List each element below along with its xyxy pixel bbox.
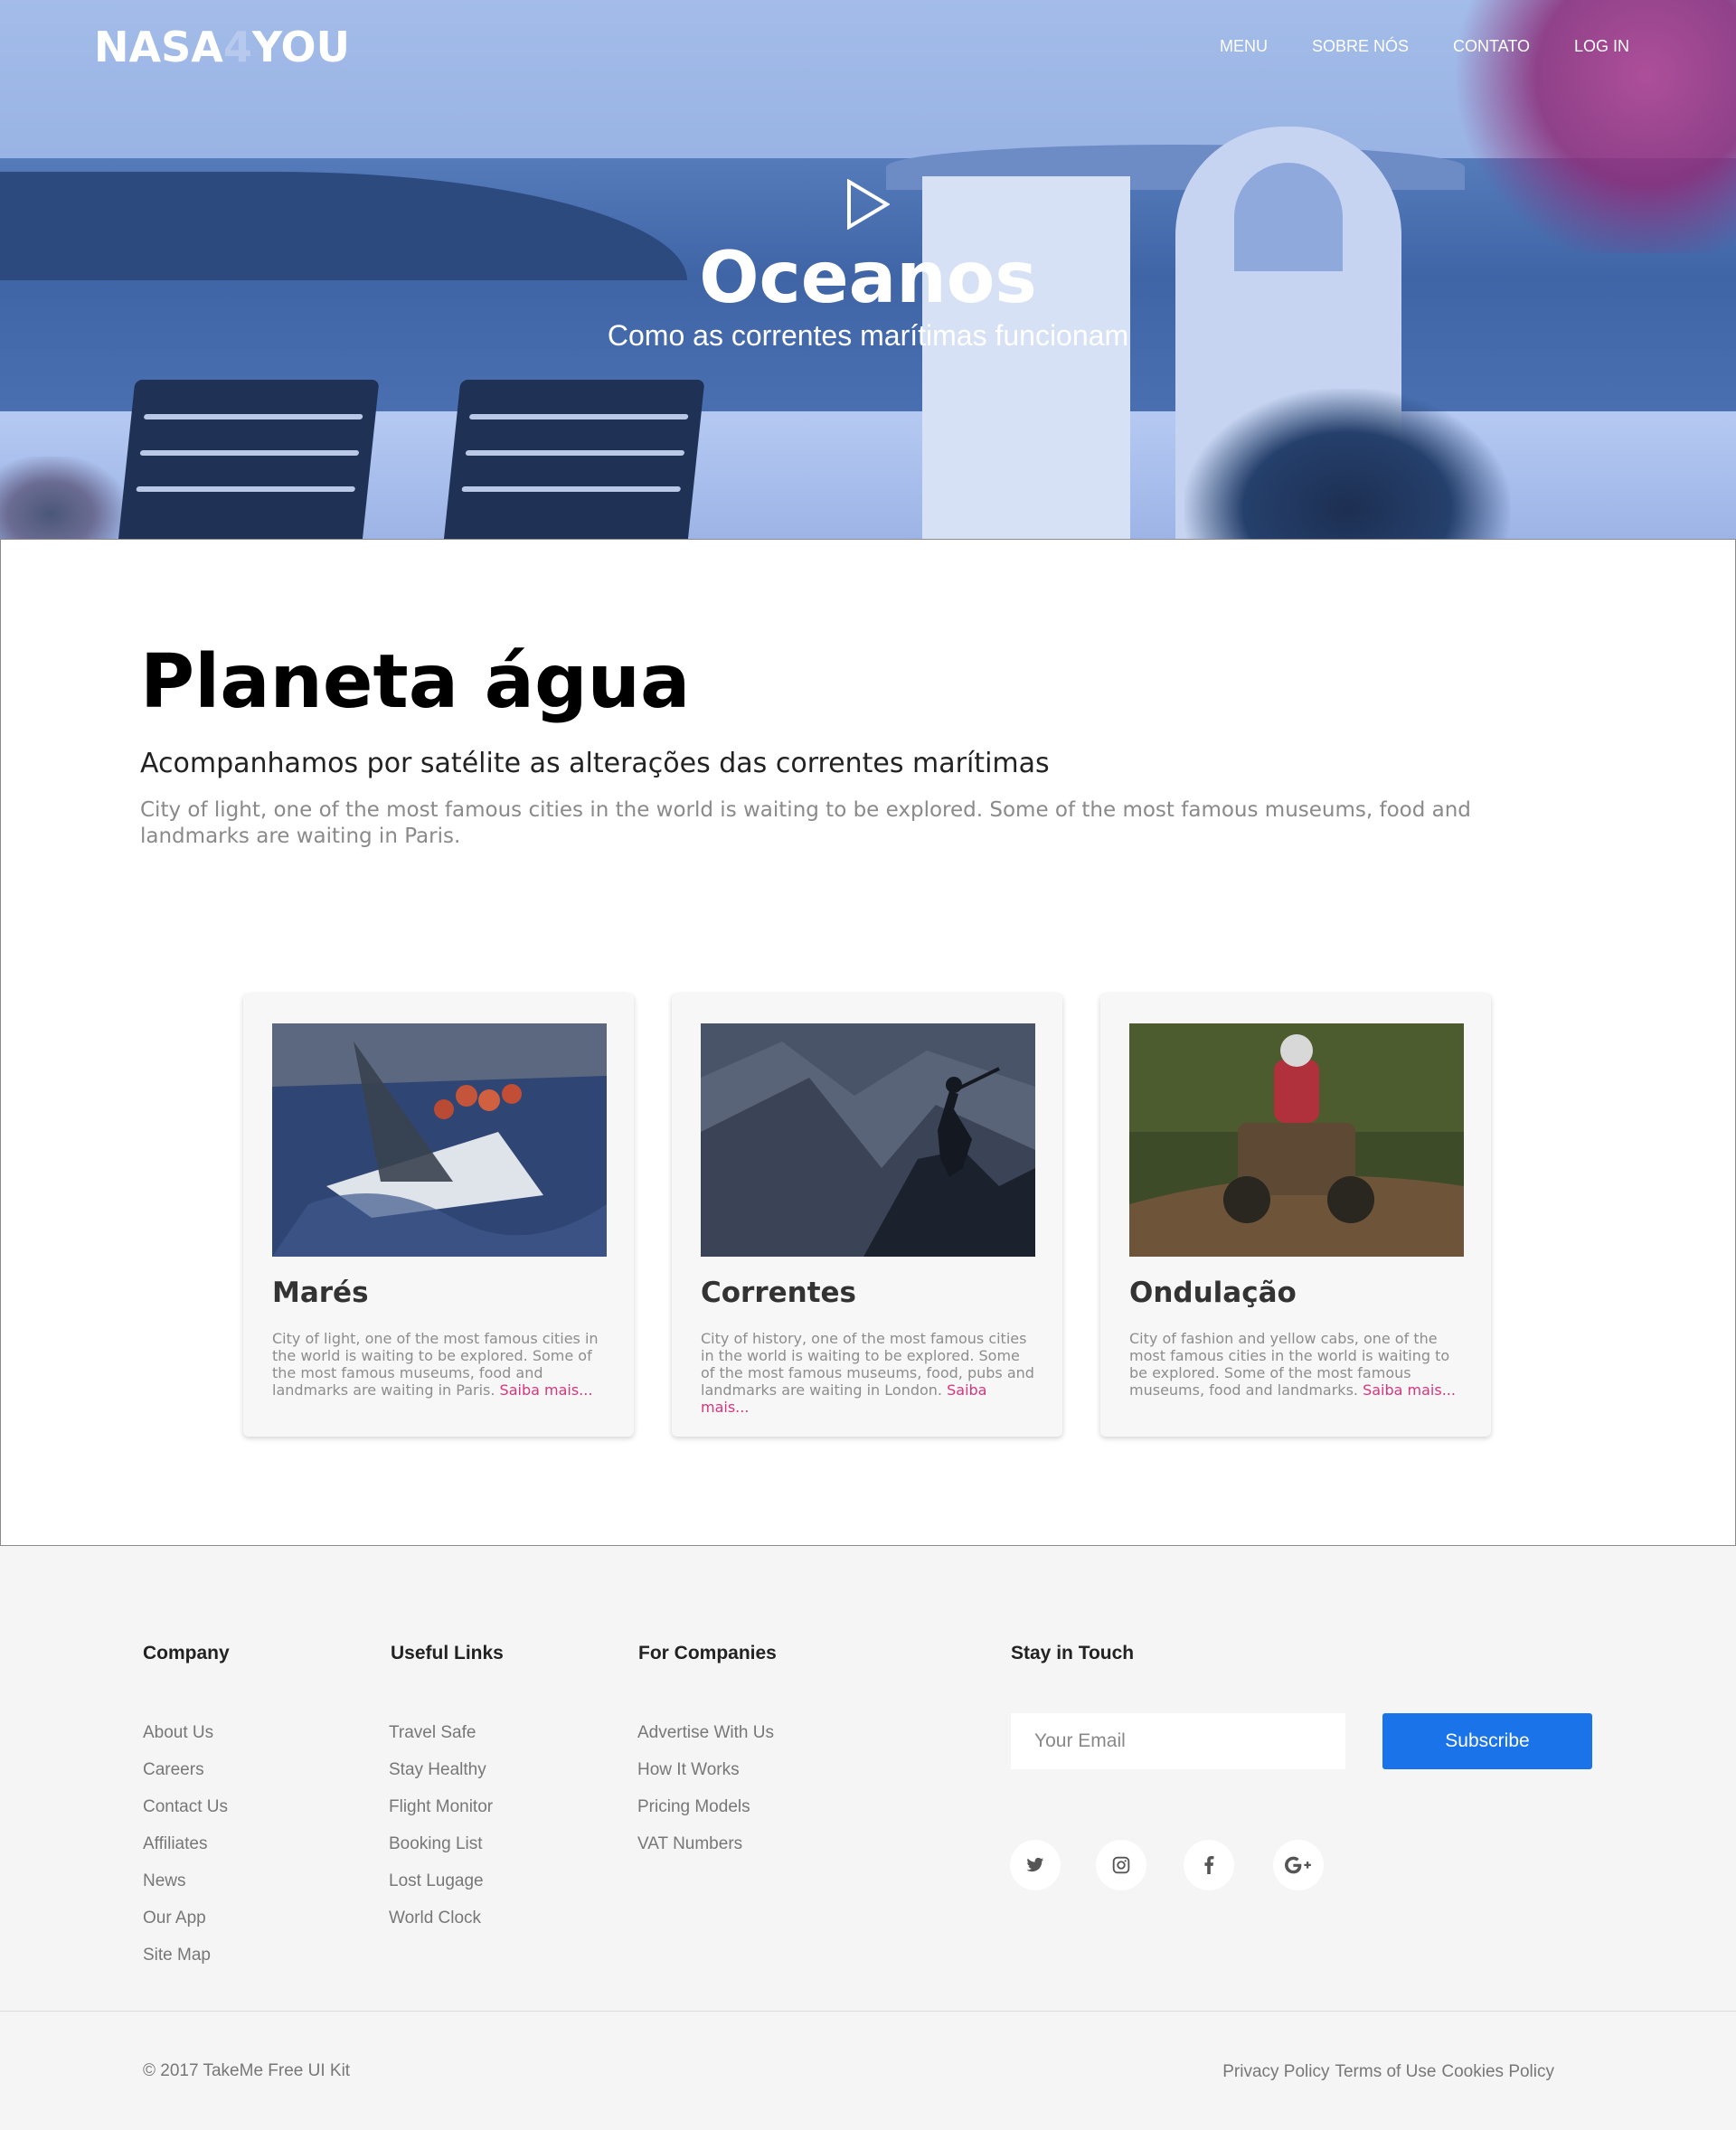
- nav-contato[interactable]: CONTATO: [1453, 36, 1530, 56]
- hero-subtitle: Como as correntes marítimas funcionam: [607, 319, 1129, 352]
- nav-menu[interactable]: MENU: [1220, 36, 1268, 56]
- google-plus-glyph: [1285, 1856, 1311, 1874]
- nav-sobre-nos[interactable]: SOBRE NÓS: [1312, 36, 1409, 56]
- footer-for-companies-links: Advertise With Us How It Works Pricing M…: [637, 1714, 774, 1862]
- hero-chair: [443, 380, 705, 539]
- footer-link-pricing-models[interactable]: Pricing Models: [637, 1788, 774, 1825]
- card-image-climber[interactable]: [701, 1023, 1035, 1257]
- footer-link-lost-lugage[interactable]: Lost Lugage: [389, 1862, 493, 1899]
- main-nav: MENU SOBRE NÓS CONTATO LOG IN: [1175, 36, 1629, 56]
- logo-accent: 4: [222, 23, 252, 71]
- subscribe-button[interactable]: Subscribe: [1382, 1713, 1592, 1769]
- facebook-glyph: [1204, 1856, 1214, 1874]
- hero-chapel-wall: [922, 176, 1130, 539]
- footer-useful-links-title: Useful Links: [391, 1643, 504, 1663]
- card-correntes[interactable]: Correntes City of history, one of the mo…: [672, 994, 1062, 1437]
- logo-tail: YOU: [251, 23, 350, 71]
- card-text: City of light, one of the most famous ci…: [272, 1330, 609, 1399]
- mountain-illustration: [701, 1023, 1035, 1257]
- chair-slat: [461, 486, 682, 492]
- footer-link-affiliates[interactable]: Affiliates: [143, 1825, 228, 1862]
- facebook-icon[interactable]: [1184, 1840, 1234, 1890]
- read-more-link[interactable]: Saiba mais...: [500, 1381, 593, 1399]
- page-title: Planeta água: [140, 639, 691, 725]
- footer-link-news[interactable]: News: [143, 1862, 228, 1899]
- footer-link-booking-list[interactable]: Booking List: [389, 1825, 493, 1862]
- footer-link-contact-us[interactable]: Contact Us: [143, 1788, 228, 1825]
- site-logo[interactable]: NASA4YOU: [94, 24, 350, 71]
- card-mares[interactable]: Marés City of light, one of the most fam…: [243, 994, 634, 1437]
- footer-divider: [0, 2011, 1736, 2012]
- chair-slat: [465, 450, 685, 456]
- chair-slat: [143, 414, 363, 419]
- footer-link-advertise[interactable]: Advertise With Us: [637, 1714, 774, 1751]
- footer-link-careers[interactable]: Careers: [143, 1751, 228, 1788]
- terms-of-use-link[interactable]: Terms of Use: [1335, 2061, 1436, 2083]
- hero-flowers-left: [0, 457, 127, 539]
- twitter-glyph: [1026, 1857, 1044, 1872]
- instagram-glyph: [1112, 1856, 1130, 1874]
- email-field[interactable]: [1011, 1713, 1345, 1769]
- copyright-text: © 2017 TakeMe Free UI Kit: [143, 2061, 351, 2080]
- legal-links: Privacy Policy Terms of Use Cookies Poli…: [1222, 2061, 1554, 2083]
- hero-plants: [1184, 389, 1510, 539]
- footer-link-how-it-works[interactable]: How It Works: [637, 1751, 774, 1788]
- card-text: City of history, one of the most famous …: [701, 1330, 1037, 1416]
- hero-chair: [118, 380, 380, 539]
- instagram-icon[interactable]: [1096, 1840, 1146, 1890]
- footer-useful-links: Travel Safe Stay Healthy Flight Monitor …: [389, 1714, 493, 1937]
- main-content: Planeta água Acompanhamos por satélite a…: [0, 539, 1736, 1546]
- logo-text: NASA: [94, 23, 223, 71]
- read-more-link[interactable]: Saiba mais...: [1363, 1381, 1456, 1399]
- card-ondulacao[interactable]: Ondulação City of fashion and yellow cab…: [1100, 994, 1491, 1437]
- footer-link-our-app[interactable]: Our App: [143, 1899, 228, 1937]
- footer-link-travel-safe[interactable]: Travel Safe: [389, 1714, 493, 1751]
- footer-link-stay-healthy[interactable]: Stay Healthy: [389, 1751, 493, 1788]
- card-title: Marés: [272, 1277, 369, 1309]
- nav-log-in[interactable]: LOG IN: [1574, 36, 1629, 56]
- footer-link-vat-numbers[interactable]: VAT Numbers: [637, 1825, 774, 1862]
- sailboat-illustration: [272, 1023, 607, 1257]
- site-footer: Company About Us Careers Contact Us Affi…: [0, 1546, 1736, 2130]
- chair-slat: [136, 486, 356, 492]
- privacy-policy-link[interactable]: Privacy Policy: [1222, 2061, 1329, 2083]
- atv-illustration: [1129, 1023, 1464, 1257]
- footer-link-about-us[interactable]: About Us: [143, 1714, 228, 1751]
- page-subtitle: Acompanhamos por satélite as alterações …: [140, 748, 1050, 779]
- card-text: City of fashion and yellow cabs, one of …: [1129, 1330, 1466, 1399]
- hero-banner: NASA4YOU MENU SOBRE NÓS CONTATO LOG IN O…: [0, 0, 1736, 539]
- card-title: Ondulação: [1129, 1277, 1297, 1309]
- card-image-atv[interactable]: [1129, 1023, 1464, 1257]
- footer-link-world-clock[interactable]: World Clock: [389, 1899, 493, 1937]
- page-description: City of light, one of the most famous ci…: [140, 798, 1471, 848]
- twitter-icon[interactable]: [1010, 1840, 1061, 1890]
- footer-for-companies-title: For Companies: [638, 1643, 777, 1663]
- hero-title: Oceanos: [699, 238, 1037, 319]
- card-title: Correntes: [701, 1277, 857, 1309]
- footer-link-site-map[interactable]: Site Map: [143, 1937, 228, 1974]
- play-icon[interactable]: [846, 179, 890, 230]
- footer-company-links: About Us Careers Contact Us Affiliates N…: [143, 1714, 228, 1974]
- footer-company-title: Company: [143, 1643, 230, 1663]
- footer-stay-in-touch-title: Stay in Touch: [1011, 1643, 1135, 1663]
- card-image-sailboat[interactable]: [272, 1023, 607, 1257]
- google-plus-icon[interactable]: [1273, 1840, 1324, 1890]
- chair-slat: [468, 414, 689, 419]
- cookies-policy-link[interactable]: Cookies Policy: [1441, 2061, 1554, 2083]
- footer-link-flight-monitor[interactable]: Flight Monitor: [389, 1788, 493, 1825]
- chair-slat: [139, 450, 360, 456]
